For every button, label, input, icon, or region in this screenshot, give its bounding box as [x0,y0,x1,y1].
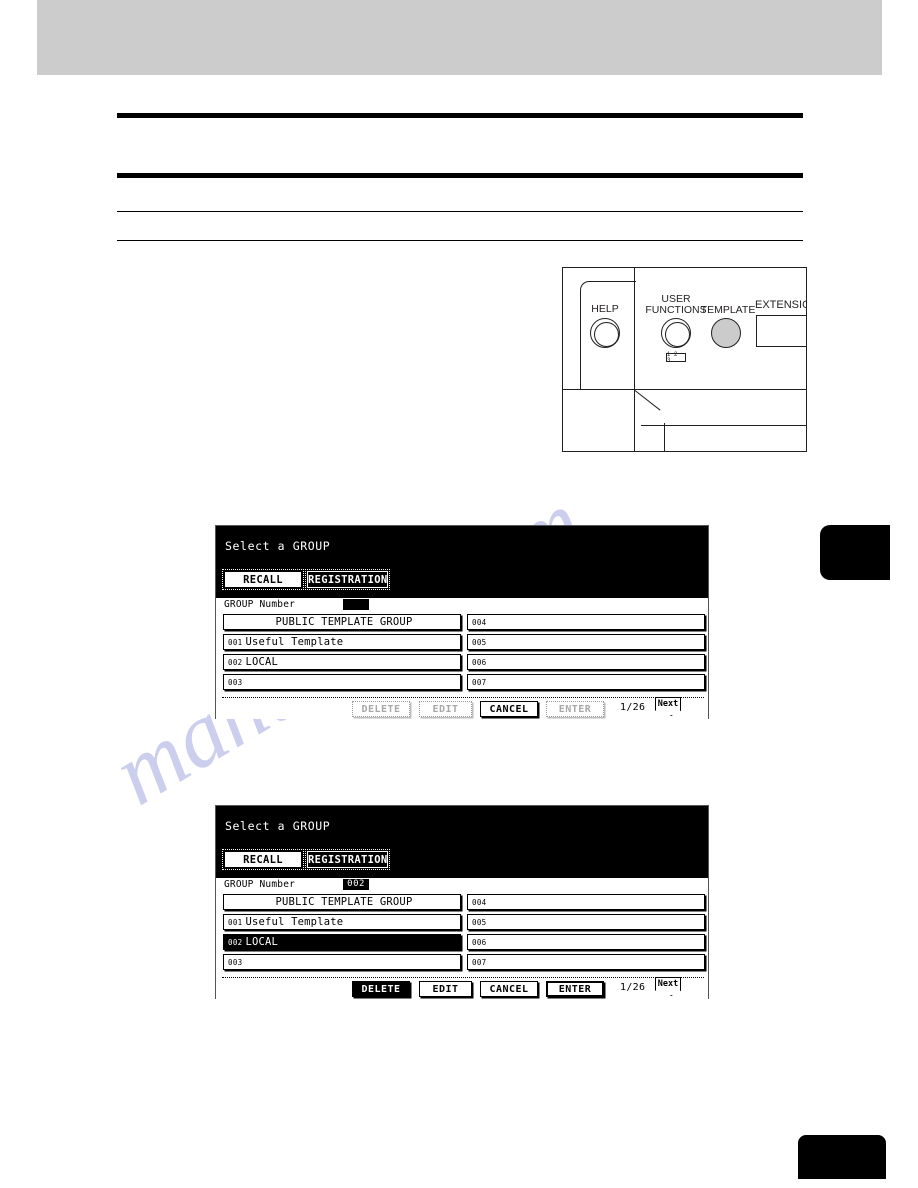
edit-button[interactable]: EDIT [419,981,472,997]
lcd2-group-list-right: 004 005 006 007 [467,894,705,974]
enter-button[interactable]: ENTER [546,981,604,997]
list-item[interactable]: 005 [467,914,705,930]
help-key[interactable] [590,318,620,348]
help-key-label: HELP [591,303,619,315]
list-item[interactable]: 003 [223,674,461,690]
list-item[interactable]: PUBLIC TEMPLATE GROUP [223,614,461,630]
list-item-index: 006 [472,657,487,667]
extension-label: EXTENSION [755,299,806,311]
list-item[interactable]: 002 LOCAL [223,654,461,670]
illus-diagonal-line [634,390,661,411]
list-item-index: 004 [472,617,487,627]
list-item-index: 005 [472,917,487,927]
list-item-index: 004 [472,897,487,907]
lcd2-group-number-row: GROUP Number 002 [224,879,370,890]
list-item-label: PUBLIC TEMPLATE GROUP [275,896,413,908]
lcd-screen-recall: Select a GROUP RECALL REGISTRATION GROUP… [215,525,709,719]
lcd2-tab-row: RECALL REGISTRATION [222,849,391,870]
lcd1-group-number-row: GROUP Number [224,599,370,610]
header-gray-band [37,0,882,75]
illus-divider-mid [563,389,806,390]
template-key-label: TEMPLATE [700,304,756,316]
list-item-label: LOCAL [245,936,279,948]
template-key[interactable] [711,318,741,348]
list-item-label: Useful Template [245,636,344,648]
lcd2-group-list-left: PUBLIC TEMPLATE GROUP 001 Useful Templat… [223,894,461,974]
lcd2-button-row: DELETE EDIT CANCEL ENTER 1/26 Next [216,977,708,999]
lcd2-group-number-value: 002 [343,879,370,890]
lcd2-body: GROUP Number 002 PUBLIC TEMPLATE GROUP 0… [216,878,708,999]
list-item[interactable]: 006 [467,934,705,950]
lcd1-tab-recall[interactable]: RECALL [222,569,304,590]
lcd1-group-list-right: 004 005 006 007 [467,614,705,694]
list-item-index: 005 [472,637,487,647]
list-item[interactable]: 001 Useful Template [223,914,461,930]
horizontal-rule-fourth [117,240,803,241]
enter-button[interactable]: ENTER [546,701,604,717]
illus-divider-bottom-left [664,423,665,451]
list-item[interactable]: 004 [467,894,705,910]
lcd1-title: Select a GROUP [225,539,331,553]
edit-button[interactable]: EDIT [419,701,472,717]
bottom-thumb-tab [798,1135,886,1179]
extension-display-box [756,315,806,347]
list-item[interactable]: 001 Useful Template [223,634,461,650]
list-item-index: 006 [472,937,487,947]
delete-button[interactable]: DELETE [352,981,410,997]
horizontal-rule-second [117,173,803,178]
lcd2-tab-registration[interactable]: REGISTRATION [304,849,391,870]
list-item[interactable]: 007 [467,674,705,690]
list-item[interactable]: PUBLIC TEMPLATE GROUP [223,894,461,910]
list-item-index: 001 [228,917,243,927]
list-item-index: 007 [472,957,487,967]
list-item-index: 007 [472,677,487,687]
numeric-badge-icon: 1 2 3 [666,352,686,364]
page-counter: 1/26 [620,702,646,713]
user-functions-key[interactable] [661,318,691,348]
lcd1-group-number-value [343,599,370,610]
control-panel-illustration: HELP USER FUNCTIONS 1 2 3 TEMPLATE EXTEN… [562,267,807,452]
lcd1-body: GROUP Number PUBLIC TEMPLATE GROUP 001 U… [216,598,708,719]
illus-divider-lower [641,425,806,426]
list-item-index: 002 [228,937,243,947]
list-item[interactable]: 004 [467,614,705,630]
list-item-label: Useful Template [245,916,344,928]
list-item-index: 003 [228,957,243,967]
list-item[interactable]: 006 [467,654,705,670]
list-item-selected[interactable]: 002 LOCAL [223,934,461,950]
list-item-label: LOCAL [245,656,279,668]
lcd2-title: Select a GROUP [225,819,331,833]
lcd1-button-row: DELETE EDIT CANCEL ENTER 1/26 Next [216,697,708,719]
list-item-index: 001 [228,637,243,647]
cancel-button[interactable]: CANCEL [480,981,538,997]
side-thumb-tab [820,525,890,580]
horizontal-rule-top [117,113,803,118]
lcd2-tab-recall[interactable]: RECALL [222,849,304,870]
lcd1-group-list: PUBLIC TEMPLATE GROUP 001 Useful Templat… [222,614,705,698]
lcd1-group-number-label: GROUP Number [224,599,296,610]
lcd1-group-list-left: PUBLIC TEMPLATE GROUP 001 Useful Templat… [223,614,461,694]
page-counter: 1/26 [620,982,646,993]
horizontal-rule-third [117,211,803,212]
next-button[interactable]: Next [655,977,681,996]
list-item[interactable]: 005 [467,634,705,650]
delete-button[interactable]: DELETE [352,701,410,717]
list-item-index: 002 [228,657,243,667]
list-item[interactable]: 007 [467,954,705,970]
cancel-button[interactable]: CANCEL [480,701,538,717]
list-item-index: 003 [228,677,243,687]
list-item[interactable]: 003 [223,954,461,970]
lcd2-group-number-label: GROUP Number [224,879,296,890]
list-item-label: PUBLIC TEMPLATE GROUP [275,616,413,628]
lcd2-group-list: PUBLIC TEMPLATE GROUP 001 Useful Templat… [222,894,705,978]
next-button[interactable]: Next [655,697,681,716]
lcd-screen-group-selected: Select a GROUP RECALL REGISTRATION GROUP… [215,805,709,999]
lcd1-tab-row: RECALL REGISTRATION [222,569,391,590]
lcd1-tab-registration[interactable]: REGISTRATION [304,569,391,590]
